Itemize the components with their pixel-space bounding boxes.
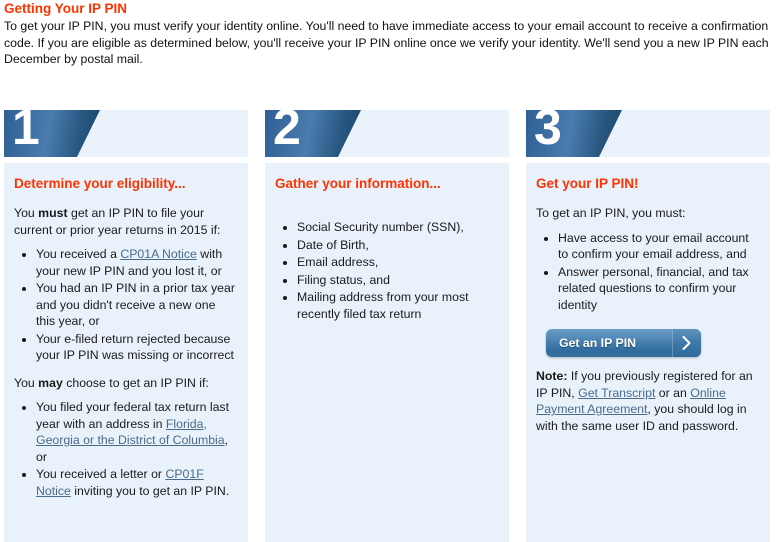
get-ip-pin-button-label: Get an IP PIN	[559, 336, 636, 350]
step-2-title: Gather your information...	[275, 176, 441, 191]
ip-pin-page: Getting Your IP PIN To get your IP PIN, …	[0, 0, 779, 542]
step-column-1: 1 Determine your eligibility... You must…	[4, 110, 248, 542]
step-column-2: 2 Gather your information... Social Secu…	[265, 110, 509, 542]
step-3-title: Get your IP PIN!	[536, 176, 639, 191]
get-ip-pin-button-wrap: Get an IP PIN	[546, 329, 758, 362]
list-item: You had an IP PIN in a prior tax year an…	[36, 280, 236, 330]
step-1-title: Determine your eligibility...	[14, 176, 186, 191]
list-item: Your e-filed return rejected because you…	[36, 331, 236, 364]
must-intro-pre: You	[14, 206, 39, 220]
step-1-badge: 1	[4, 110, 100, 157]
step-3-number: 3	[534, 99, 562, 155]
item-post: inviting you to get an IP PIN.	[70, 483, 230, 498]
step-1-may-list: You filed your federal tax return last y…	[14, 399, 236, 499]
list-item: You received a letter or CP01F Notice in…	[36, 466, 236, 499]
item-pre: You received a letter or	[36, 467, 166, 481]
step-1-badge-strip: 1	[4, 110, 248, 157]
list-item: You received a CP01A Notice with your ne…	[36, 246, 236, 279]
step-3-badge: 3	[526, 110, 622, 157]
must-keyword: must	[38, 206, 68, 220]
list-item: You filed your federal tax return last y…	[36, 399, 236, 465]
step-3-panel: Get your IP PIN! To get an IP PIN, you m…	[526, 163, 770, 542]
step-2-list: Social Security number (SSN), Date of Bi…	[275, 219, 497, 322]
note-label: Note:	[536, 369, 568, 383]
cp01a-notice-link[interactable]: CP01A Notice	[120, 247, 197, 261]
list-item: Answer personal, financial, and tax rela…	[558, 264, 758, 314]
step-1-must-intro: You must get an IP PIN to file your curr…	[14, 205, 236, 238]
may-intro-post: choose to get an IP PIN if:	[62, 375, 209, 390]
intro-section: Getting Your IP PIN To get your IP PIN, …	[0, 0, 779, 68]
step-3-intro: To get an IP PIN, you must:	[536, 206, 686, 220]
get-transcript-link[interactable]: Get Transcript	[578, 386, 655, 400]
step-column-3: 3 Get your IP PIN! To get an IP PIN, you…	[526, 110, 770, 542]
list-item: Email address,	[297, 254, 497, 271]
step-2-badge-strip: 2	[265, 110, 509, 157]
note-part2: or an	[655, 385, 691, 400]
step-3-badge-strip: 3	[526, 110, 770, 157]
may-intro-pre: You	[14, 375, 39, 390]
page-title: Getting Your IP PIN	[4, 1, 128, 16]
step-3-list: Have access to your email account to con…	[536, 230, 758, 314]
step-1-may-intro: You may choose to get an IP PIN if:	[14, 375, 236, 392]
intro-body: To get your IP PIN, you must verify your…	[4, 19, 769, 66]
may-keyword: may	[38, 375, 63, 390]
list-item: Filing status, and	[297, 272, 497, 289]
list-item: Mailing address from your most recently …	[297, 289, 497, 322]
steps-container: 1 Determine your eligibility... You must…	[4, 110, 779, 542]
step-1-panel: Determine your eligibility... You must g…	[4, 163, 248, 542]
step-2-badge: 2	[265, 110, 361, 157]
step-1-number: 1	[12, 99, 40, 155]
step-3-note: Note: If you previously registered for a…	[536, 368, 758, 434]
step-1-must-list: You received a CP01A Notice with your ne…	[14, 246, 236, 364]
item-pre: You received a	[36, 247, 121, 261]
list-item: Have access to your email account to con…	[558, 230, 758, 263]
list-item: Date of Birth,	[297, 237, 497, 254]
list-item: Social Security number (SSN),	[297, 219, 497, 236]
step-2-panel: Gather your information... Social Securi…	[265, 163, 509, 542]
get-ip-pin-button[interactable]: Get an IP PIN	[546, 329, 701, 357]
step-2-number: 2	[273, 99, 301, 155]
chevron-right-icon	[672, 329, 701, 357]
